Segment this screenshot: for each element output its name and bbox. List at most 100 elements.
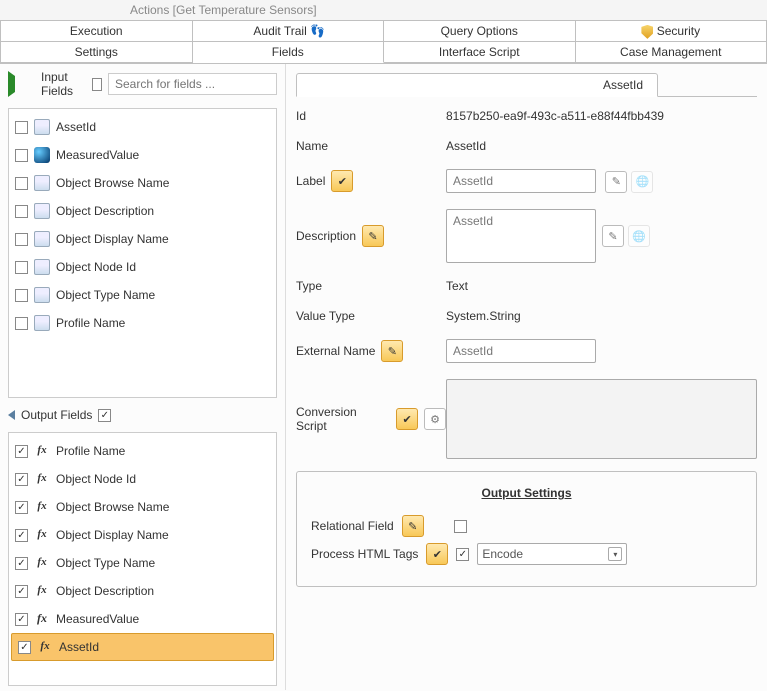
field-checkbox[interactable]: [15, 205, 28, 218]
field-checkbox[interactable]: [18, 641, 31, 654]
field-label: AssetId: [59, 640, 99, 654]
output-field-row[interactable]: Object Type Name: [9, 549, 276, 577]
input-fields-checkbox[interactable]: [92, 78, 102, 91]
search-input[interactable]: [108, 73, 277, 95]
conversion-script-label: Conversion Script: [296, 405, 390, 433]
fx-icon: [34, 555, 50, 571]
field-type-icon: [34, 287, 50, 303]
output-field-row[interactable]: MeasuredValue: [9, 605, 276, 633]
input-field-row[interactable]: MeasuredValue: [9, 141, 276, 169]
external-name-edit-button[interactable]: ✎: [381, 340, 403, 362]
tab-settings[interactable]: Settings: [1, 42, 193, 63]
description-globe-button[interactable]: 🌐: [628, 225, 650, 247]
output-field-row[interactable]: Object Description: [9, 577, 276, 605]
input-field-row[interactable]: AssetId: [9, 113, 276, 141]
input-field-row[interactable]: Object Browse Name: [9, 169, 276, 197]
field-checkbox[interactable]: [15, 121, 28, 134]
output-settings-panel: Output Settings Relational Field ✎ Proce…: [296, 471, 757, 587]
input-field-row[interactable]: Object Display Name: [9, 225, 276, 253]
relational-field-checkbox[interactable]: [454, 520, 467, 533]
output-arrow-icon: [8, 410, 15, 420]
field-label: Object Description: [56, 204, 154, 218]
name-label: Name: [296, 139, 446, 153]
tab-execution[interactable]: Execution: [1, 21, 193, 42]
input-field-row[interactable]: Object Description: [9, 197, 276, 225]
field-type-icon: [34, 259, 50, 275]
field-type-icon: [34, 315, 50, 331]
tab-audit-trail[interactable]: Audit Trail 👣: [193, 21, 385, 42]
tab-interface-script[interactable]: Interface Script: [384, 42, 576, 63]
field-checkbox[interactable]: [15, 261, 28, 274]
output-fields-label: Output Fields: [21, 408, 92, 422]
output-field-row[interactable]: Object Node Id: [9, 465, 276, 493]
input-arrow-icon: [8, 71, 35, 97]
relational-field-label: Relational Field: [311, 519, 394, 533]
field-label: Profile Name: [56, 316, 125, 330]
field-checkbox[interactable]: [15, 557, 28, 570]
field-label: Object Display Name: [56, 528, 169, 542]
process-html-mode-value: Encode: [482, 547, 523, 561]
field-checkbox[interactable]: [15, 585, 28, 598]
conversion-script-edit-button[interactable]: ✔: [396, 408, 418, 430]
process-html-edit-button[interactable]: ✔: [426, 543, 448, 565]
label-input[interactable]: [446, 169, 596, 193]
detail-tab-label: AssetId: [603, 78, 643, 92]
label-globe-button[interactable]: 🌐: [631, 171, 653, 193]
field-checkbox[interactable]: [15, 529, 28, 542]
tab-strip: Execution Audit Trail 👣 Query Options Se…: [0, 20, 767, 64]
type-value: Text: [446, 279, 757, 293]
conversion-script-gear-button[interactable]: ⚙: [424, 408, 446, 430]
tab-query-options[interactable]: Query Options: [384, 21, 576, 42]
detail-tab-strip: AssetId: [296, 72, 757, 97]
field-label: Object Type Name: [56, 556, 155, 570]
process-html-label: Process HTML Tags: [311, 547, 418, 561]
field-checkbox[interactable]: [15, 501, 28, 514]
field-label: Object Browse Name: [56, 176, 169, 190]
fx-icon: [34, 611, 50, 627]
output-field-row[interactable]: Profile Name: [9, 437, 276, 465]
field-checkbox[interactable]: [15, 317, 28, 330]
field-checkbox[interactable]: [15, 289, 28, 302]
value-type-value: System.String: [446, 309, 757, 323]
label-label: Label: [296, 174, 325, 188]
detail-tab-assetid[interactable]: AssetId: [296, 73, 658, 97]
conversion-script-area[interactable]: [446, 379, 757, 459]
description-pencil-button[interactable]: ✎: [602, 225, 624, 247]
process-html-checkbox[interactable]: [456, 548, 469, 561]
footprint-icon: 👣: [310, 25, 322, 39]
description-input[interactable]: AssetId: [446, 209, 596, 263]
field-checkbox[interactable]: [15, 445, 28, 458]
label-edit-button[interactable]: ✔: [331, 170, 353, 192]
field-checkbox[interactable]: [15, 613, 28, 626]
label-pencil-button[interactable]: ✎: [605, 171, 627, 193]
process-html-mode-select[interactable]: Encode ▾: [477, 543, 627, 565]
output-field-row[interactable]: Object Display Name: [9, 521, 276, 549]
relational-field-edit-button[interactable]: ✎: [402, 515, 424, 537]
tab-fields[interactable]: Fields: [193, 42, 385, 63]
shield-icon: [641, 25, 653, 39]
field-label: Object Type Name: [56, 288, 155, 302]
property-grid: Id 8157b250-ea9f-493c-a511-e88f44fbb439 …: [296, 109, 757, 459]
field-type-icon: [34, 231, 50, 247]
output-fields-checkbox[interactable]: [98, 409, 111, 422]
tab-security-label: Security: [657, 24, 700, 38]
input-field-row[interactable]: Profile Name: [9, 309, 276, 337]
input-field-list: AssetId MeasuredValue Object Browse Name Ob…: [8, 108, 277, 398]
tab-case-management[interactable]: Case Management: [576, 42, 767, 63]
fx-icon: [34, 499, 50, 515]
input-field-row[interactable]: Object Type Name: [9, 281, 276, 309]
field-checkbox[interactable]: [15, 149, 28, 162]
tab-security[interactable]: Security: [576, 21, 767, 42]
description-edit-button[interactable]: ✎: [362, 225, 384, 247]
input-field-row[interactable]: Object Node Id: [9, 253, 276, 281]
field-checkbox[interactable]: [15, 233, 28, 246]
output-field-row[interactable]: Object Browse Name: [9, 493, 276, 521]
field-checkbox[interactable]: [15, 177, 28, 190]
external-name-input[interactable]: [446, 339, 596, 363]
field-type-icon: [34, 203, 50, 219]
field-label: MeasuredValue: [56, 148, 139, 162]
field-type-icon: [34, 175, 50, 191]
field-checkbox[interactable]: [15, 473, 28, 486]
output-field-row[interactable]: AssetId: [11, 633, 274, 661]
tab-audit-trail-label: Audit Trail: [253, 24, 306, 38]
